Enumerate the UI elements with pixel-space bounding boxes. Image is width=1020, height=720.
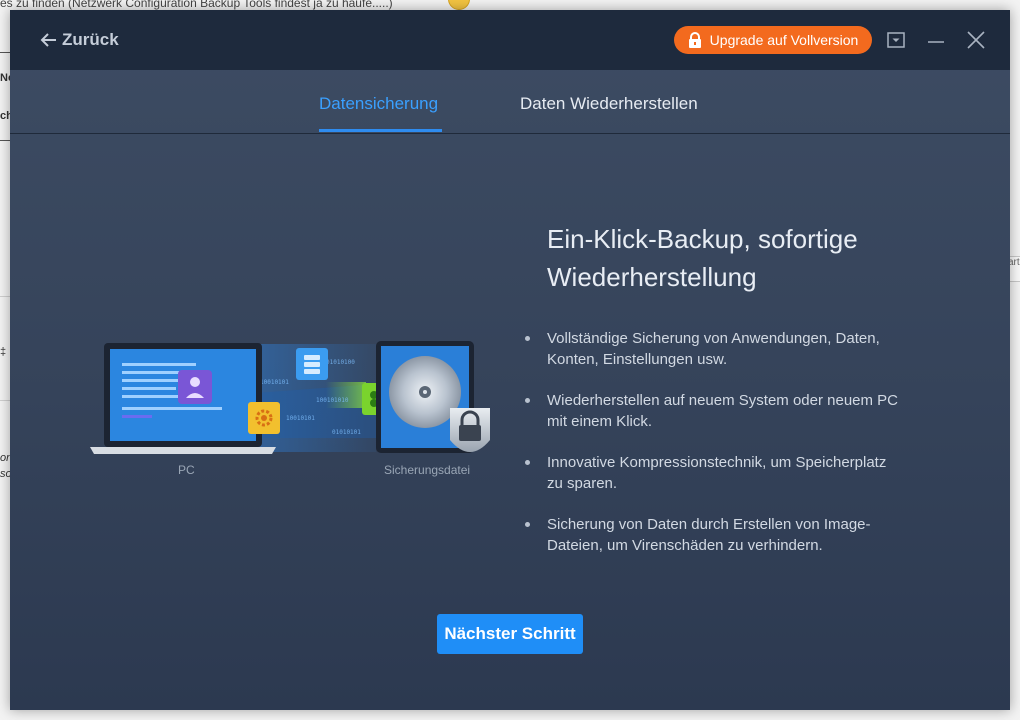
feature-item: Sicherung von Daten durch Erstellen von … <box>525 514 905 556</box>
lock-shield-icon <box>450 408 490 452</box>
titlebar: Zurück Upgrade auf Vollversion <box>10 10 1010 70</box>
bullet-icon <box>525 398 530 403</box>
user-icon <box>178 370 212 404</box>
tab-datensicherung[interactable]: Datensicherung <box>319 94 438 114</box>
feature-text: Sicherung von Daten durch Erstellen von … <box>547 516 871 554</box>
bullet-icon <box>525 336 530 341</box>
feature-list: Vollständige Sicherung von Anwendungen, … <box>525 328 905 576</box>
background-divider <box>0 400 10 401</box>
feature-text: Wiederherstellen auf neuem System oder n… <box>547 392 899 430</box>
background-divider <box>0 52 10 53</box>
background-divider <box>0 140 10 141</box>
bullet-icon <box>525 522 530 527</box>
feature-item: Wiederherstellen auf neuem System oder n… <box>525 390 905 432</box>
feature-item: Innovative Kompressionstechnik, um Speic… <box>525 452 905 494</box>
close-icon <box>967 31 985 49</box>
feature-text: Innovative Kompressionstechnik, um Speic… <box>547 454 887 492</box>
upgrade-button[interactable]: Upgrade auf Vollversion <box>674 26 872 54</box>
binary-text: 01010101 <box>332 429 361 436</box>
headline: Ein-Klick-Backup, sofortige Wiederherste… <box>547 224 858 292</box>
backup-dialog: Zurück Upgrade auf Vollversion Datensich… <box>10 10 1010 710</box>
background-text: es zu finden (Netzwerk Configuration Bac… <box>0 0 393 10</box>
binary-text: 01010100 <box>326 359 355 366</box>
minimize-button[interactable] <box>926 30 946 50</box>
binary-text: 10010101 <box>286 415 315 422</box>
close-button[interactable] <box>966 30 986 50</box>
minimize-icon <box>928 41 944 43</box>
background-fragment: ‡ <box>0 346 7 358</box>
lock-icon <box>688 32 701 48</box>
feature-text: Vollständige Sicherung von Anwendungen, … <box>547 330 880 368</box>
arrow-left-icon <box>40 33 56 47</box>
tab-bar: Datensicherung Daten Wiederherstellen <box>10 70 1010 134</box>
gear-icon <box>248 402 280 434</box>
background-divider <box>0 296 10 297</box>
binary-text: 10010101 <box>260 379 289 386</box>
menu-dropdown-icon <box>887 32 905 48</box>
feature-item: Vollständige Sicherung von Anwendungen, … <box>525 328 905 370</box>
active-tab-indicator <box>319 129 442 132</box>
next-step-button[interactable]: Nächster Schritt <box>437 614 583 654</box>
bullet-icon <box>525 460 530 465</box>
upgrade-label: Upgrade auf Vollversion <box>709 32 859 48</box>
database-icon <box>296 348 328 380</box>
backup-file-caption: Sicherungsdatei <box>384 463 471 477</box>
back-label: Zurück <box>62 30 119 49</box>
tab-daten-wiederherstellen[interactable]: Daten Wiederherstellen <box>520 94 698 114</box>
pc-caption: PC <box>178 463 195 477</box>
binary-text: 100101010 <box>316 397 349 404</box>
back-button[interactable]: Zurück <box>40 28 119 52</box>
menu-dropdown-button[interactable] <box>886 30 906 50</box>
